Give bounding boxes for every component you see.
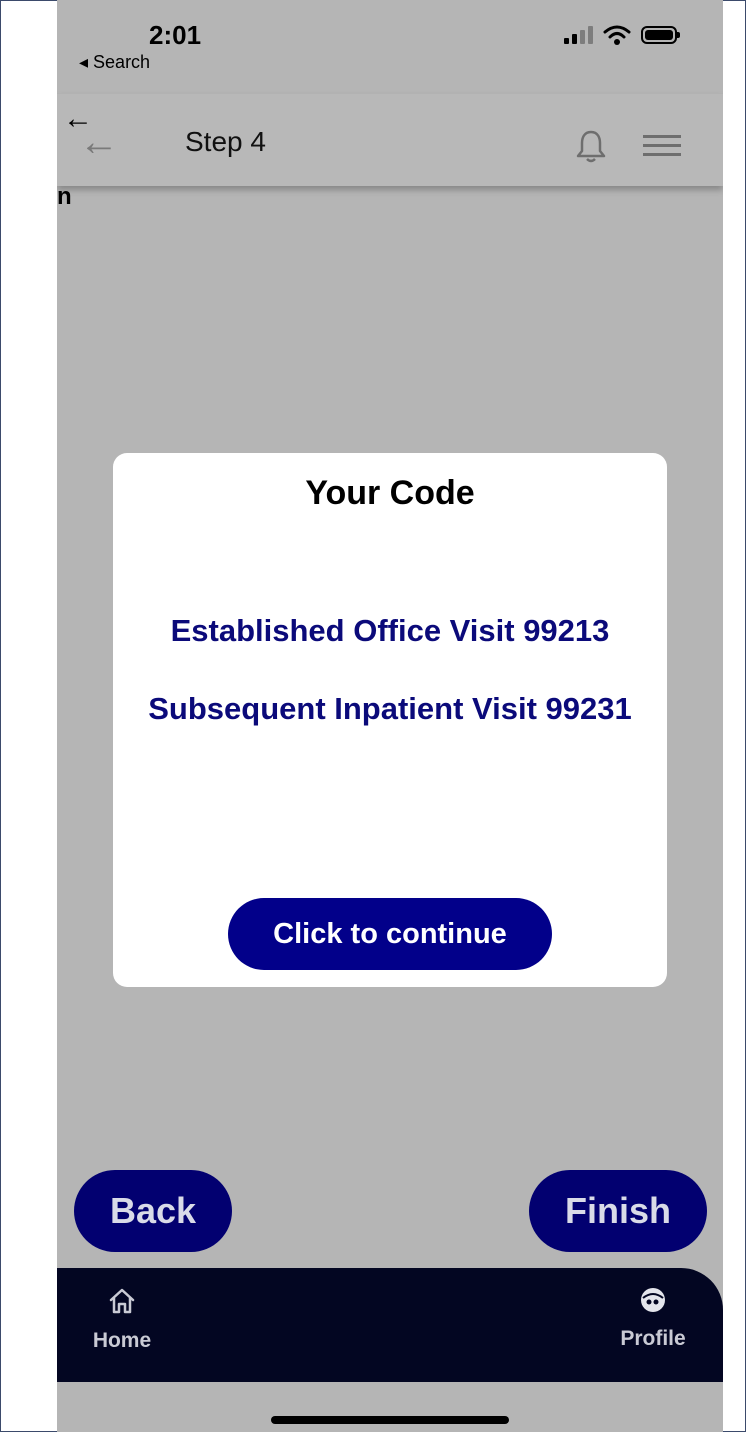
- profile-icon: [641, 1288, 665, 1312]
- continue-button[interactable]: Click to continue: [228, 898, 552, 970]
- background-text-fragment: n: [57, 183, 72, 210]
- back-button[interactable]: Back: [74, 1170, 232, 1252]
- code-result: Established Office Visit 99213: [170, 613, 610, 648]
- finish-button[interactable]: Finish: [529, 1170, 707, 1252]
- menu-icon[interactable]: [643, 134, 681, 158]
- page-title: Step 4: [185, 126, 266, 157]
- bell-icon[interactable]: [573, 128, 609, 164]
- wifi-icon: [603, 25, 631, 45]
- modal-title: Your Code: [305, 474, 475, 512]
- nav-item-profile[interactable]: Profile: [613, 1286, 693, 1351]
- nav-item-home[interactable]: Home: [87, 1286, 157, 1353]
- nav-label-home: Home: [92, 1329, 152, 1352]
- nav-label-profile: Profile: [620, 1327, 686, 1350]
- app-header: [57, 94, 723, 186]
- code-result: Subsequent Inpatient Visit 99231: [148, 691, 632, 726]
- status-icons: [564, 24, 680, 46]
- cellular-signal-icon: [564, 26, 593, 44]
- battery-icon: [641, 26, 680, 44]
- home-icon: [109, 1288, 135, 1314]
- status-time: 2:01: [149, 20, 202, 50]
- back-to-search-link[interactable]: ◂ Search: [79, 52, 150, 73]
- home-indicator: [271, 1416, 509, 1424]
- phone-screen: 2:01 ◂ Search ← ← Step 4 n Your Code Est…: [57, 0, 723, 1432]
- header-back-arrow-icon[interactable]: ←: [79, 122, 119, 162]
